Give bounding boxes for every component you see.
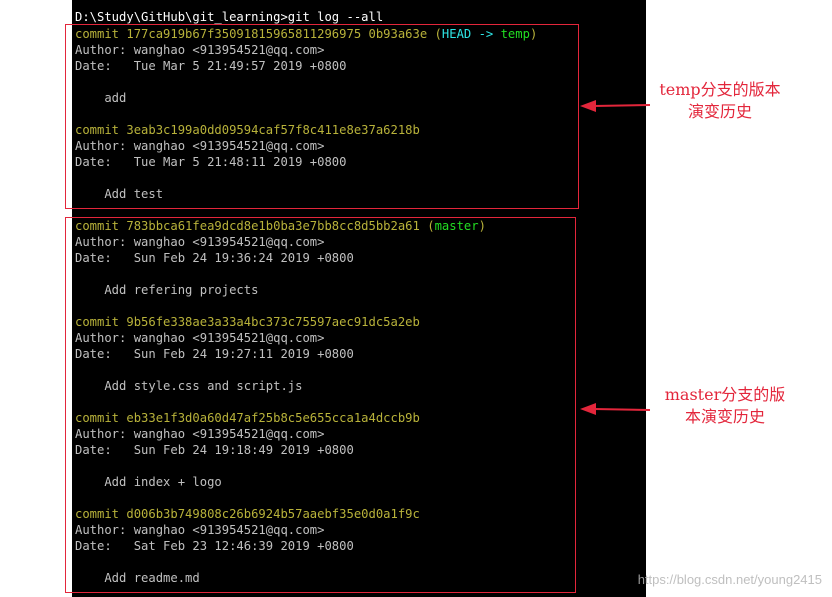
command-prompt: D:\Study\GitHub\git_learning>git log --a… xyxy=(75,10,384,24)
temp-annotation-line2: 演变历史 xyxy=(687,102,752,121)
watermark: https://blog.csdn.net/young2415 xyxy=(637,572,822,587)
temp-annotation: temp分支的版本 演变历史 xyxy=(640,79,800,123)
master-arrow-icon xyxy=(580,403,651,415)
temp-annotation-line1: temp分支的版本 xyxy=(659,80,781,99)
master-branch-highlight-box xyxy=(65,217,576,593)
temp-branch-highlight-box xyxy=(65,24,579,209)
master-annotation: master分支的版 本演变历史 xyxy=(650,384,800,428)
master-annotation-line1: master分支的版 xyxy=(664,385,786,404)
master-annotation-line2: 本演变历史 xyxy=(684,407,765,426)
